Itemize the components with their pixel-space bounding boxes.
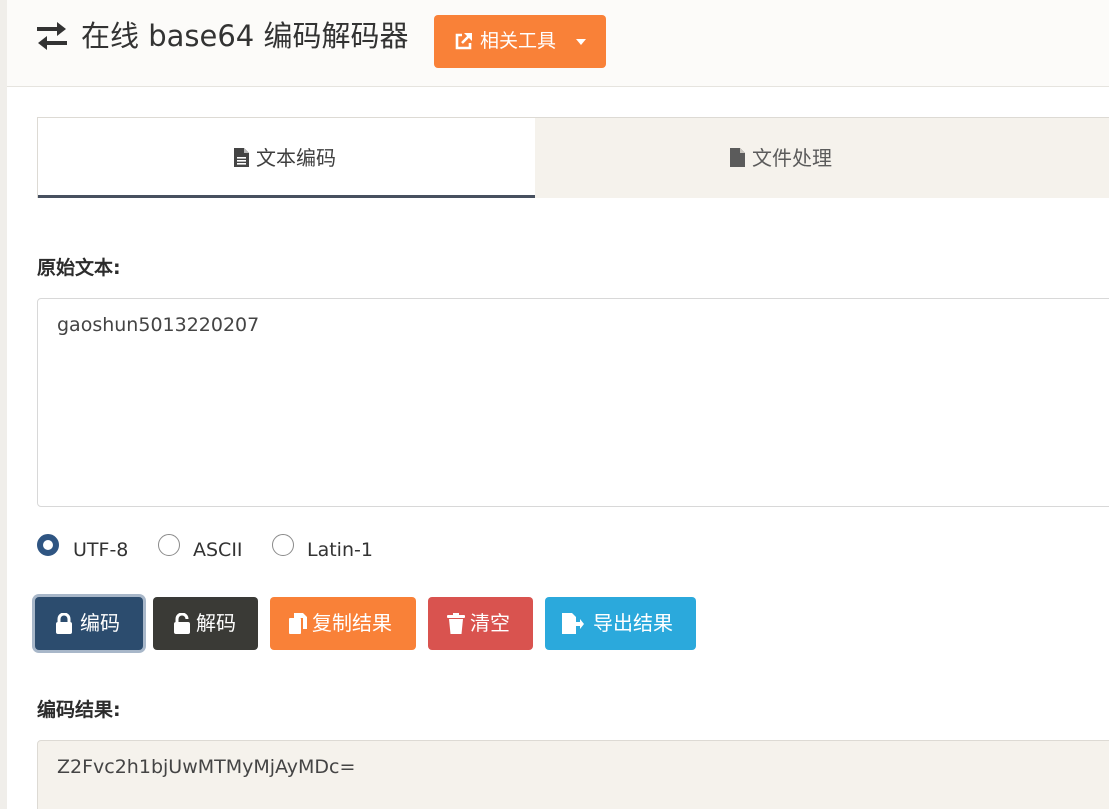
lock-icon	[56, 613, 72, 634]
input-label: 原始文本:	[37, 257, 121, 279]
radio-ascii[interactable]	[158, 534, 180, 556]
copy-result-label: 复制结果	[312, 611, 392, 635]
encode-result-output[interactable]: Z2Fvc2h1bjUwMTMyMjAyMDc=	[37, 740, 1109, 809]
decode-label: 解码	[196, 611, 236, 635]
export-result-button[interactable]: 导出结果	[545, 597, 696, 650]
radio-latin1[interactable]	[272, 534, 294, 556]
related-tools-button[interactable]: 相关工具	[434, 15, 606, 68]
decode-button[interactable]: 解码	[153, 597, 258, 650]
radio-utf8[interactable]	[37, 534, 59, 556]
left-edge	[0, 0, 7, 809]
chevron-down-icon	[576, 39, 586, 45]
page-title: 在线 base64 编码解码器	[81, 19, 409, 53]
copy-result-button[interactable]: 复制结果	[270, 597, 416, 650]
tab-text-encoding[interactable]: 文本编码	[38, 118, 535, 198]
tab-bar: 文本编码 文件处理	[37, 117, 1109, 198]
output-label: 编码结果:	[37, 699, 121, 721]
header: 在线 base64 编码解码器 相关工具	[7, 0, 1109, 87]
clear-button[interactable]: 清空	[428, 597, 533, 650]
clear-label: 清空	[470, 611, 510, 635]
radio-latin1-label: Latin-1	[307, 539, 373, 561]
radio-utf8-label: UTF-8	[73, 539, 129, 561]
radio-ascii-label: ASCII	[193, 539, 243, 561]
exchange-arrows-icon	[37, 22, 67, 50]
copy-icon	[289, 613, 307, 634]
file-text-icon	[234, 148, 249, 167]
tab-label: 文本编码	[256, 146, 336, 170]
tab-label: 文件处理	[752, 146, 832, 170]
source-text-input[interactable]: gaoshun5013220207	[37, 298, 1109, 507]
unlock-icon	[174, 613, 190, 634]
file-export-icon	[562, 613, 584, 634]
file-icon	[730, 148, 745, 167]
trash-icon	[447, 613, 465, 634]
export-result-label: 导出结果	[593, 611, 673, 635]
page: 在线 base64 编码解码器 相关工具 文本编码 文件处理 原始文本: gao…	[0, 0, 1109, 809]
external-link-icon	[455, 33, 472, 50]
tab-file-processing[interactable]: 文件处理	[535, 118, 1109, 198]
encode-label: 编码	[80, 611, 120, 635]
encode-button[interactable]: 编码	[35, 597, 143, 650]
related-tools-label: 相关工具	[480, 30, 557, 52]
